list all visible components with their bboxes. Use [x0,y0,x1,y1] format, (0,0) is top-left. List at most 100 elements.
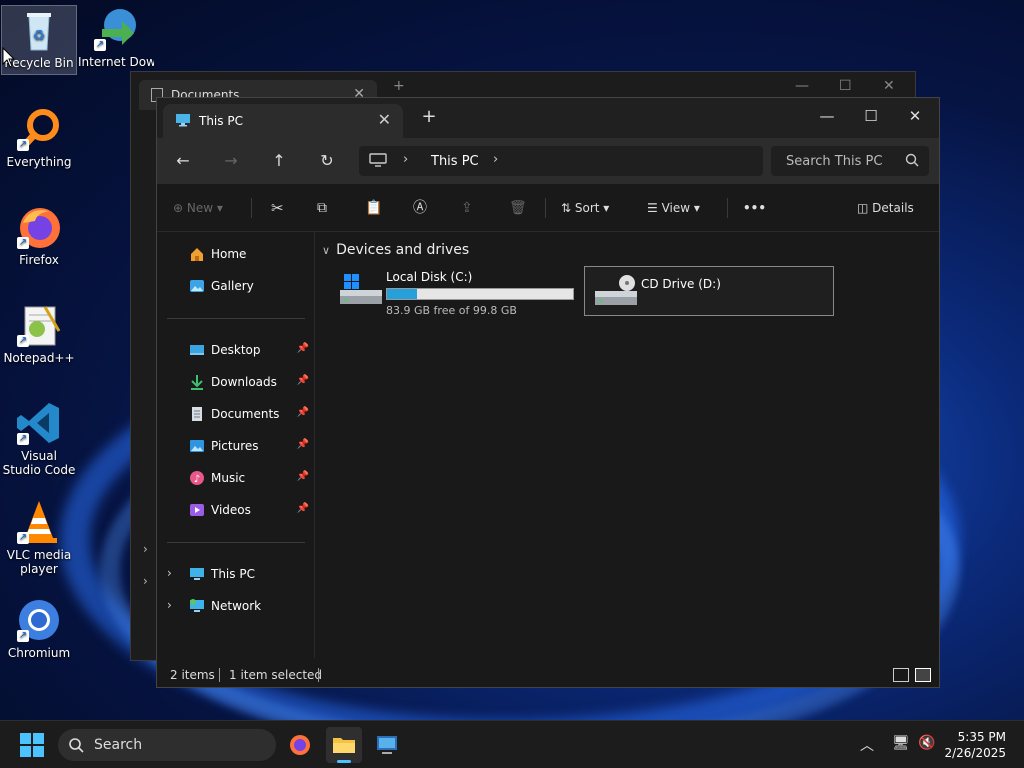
refresh-button[interactable]: ↻ [315,150,339,172]
rename-icon[interactable]: Ⓐ [413,198,427,218]
address-bar[interactable]: › This PC › [359,146,763,176]
close-tab-icon[interactable]: ✕ [378,110,391,129]
search-box[interactable]: Search This PC [771,146,929,176]
sidebar-item-label: Gallery [211,279,254,293]
show-hidden-icons-chevron-icon[interactable]: ︿ [860,735,874,755]
chevron-right-icon[interactable]: › [143,542,148,556]
view-label: View [661,201,691,215]
network-icon [190,599,204,612]
details-pane-button[interactable]: ◫ Details [857,198,914,218]
toolbar-divider [727,198,728,218]
shortcut-arrow-icon: ↗ [17,433,29,445]
taskbar-file-explorer[interactable] [326,727,362,763]
desktop-icon-notepad-plus-plus[interactable]: ↗ Notepad++ [1,301,77,365]
sidebar-item-desktop[interactable]: Desktop 📌 [157,336,315,364]
navigation-bar: ← → ↑ ↻ › This PC › Search This PC [157,138,939,184]
new-tab-button[interactable]: + [419,106,439,127]
chevron-right-icon[interactable]: › [167,598,172,612]
sidebar-item-label: Documents [211,407,280,421]
taskbar: Search ︿ 🖥 🔇 5:35 PM 2/26/2025 [0,720,1024,768]
sidebar-item-label: This PC [211,567,255,581]
pin-icon[interactable]: 📌 [297,439,309,450]
desktop-icon-chromium[interactable]: ↗ Chromium [1,596,77,660]
sidebar-item-music[interactable]: ♪ Music 📌 [157,464,315,492]
home-icon [191,248,203,261]
taskbar-clock[interactable]: 5:35 PM 2/26/2025 [944,729,1006,761]
sidebar-item-gallery[interactable]: Gallery [157,272,315,300]
chevron-right-icon[interactable]: › [143,574,148,588]
group-header-devices[interactable]: ∨ Devices and drives [322,242,469,258]
minimize-icon[interactable]: — [795,78,809,94]
sidebar-item-videos[interactable]: Videos 📌 [157,496,315,524]
breadcrumb-this-pc[interactable]: This PC [431,154,479,169]
desktop-icon-label: Chromium [7,646,71,660]
shortcut-arrow-icon: ↗ [17,139,29,151]
sort-button[interactable]: ⇅ Sort ▾ [561,198,609,218]
tab-this-pc[interactable]: This PC ✕ [163,104,403,138]
more-options-button[interactable]: ••• [743,198,766,218]
pin-icon[interactable]: 📌 [297,343,309,354]
clock-date: 2/26/2025 [944,746,1006,760]
close-window-button[interactable]: ✕ [893,102,937,132]
taskbar-firefox[interactable] [282,727,318,763]
svg-text:♻: ♻ [33,28,46,44]
taskbar-remote-desktop[interactable] [370,727,406,763]
up-button[interactable]: ↑ [267,150,291,172]
cut-icon[interactable]: ✂ [271,198,284,218]
monitor-icon [369,153,387,167]
pin-icon[interactable]: 📌 [297,375,309,386]
content-area: ∨ Devices and drives Local Disk (C:) 83.9… [316,232,939,658]
sidebar-item-label: Network [211,599,262,613]
desktop-icon-vlc[interactable]: ↗ VLC media player [1,498,77,576]
drive-local-disk-c[interactable]: Local Disk (C:) 83.9 GB free of 99.8 GB [330,266,578,317]
windows-start-icon[interactable] [20,733,44,757]
drive-cd-drive-d[interactable]: CD Drive (D:) [584,266,834,316]
tiles-view-icon[interactable] [915,668,931,682]
new-tab-icon[interactable]: + [393,78,405,94]
taskbar-search[interactable]: Search [58,729,276,761]
hard-drive-icon [340,274,382,304]
forward-button[interactable]: → [219,150,243,172]
chevron-right-icon[interactable]: › [167,566,172,580]
details-view-icon[interactable] [893,668,909,682]
view-button[interactable]: ☰ View ▾ [647,198,700,218]
network-status-icon[interactable]: 🖥 [892,735,910,751]
tab-title: This PC [199,114,243,128]
sidebar-item-downloads[interactable]: Downloads 📌 [157,368,315,396]
shortcut-arrow-icon: ↗ [17,630,29,642]
back-button[interactable]: ← [171,150,195,172]
desktop-icon-firefox[interactable]: ↗ Firefox [1,203,77,267]
new-button[interactable]: ⊕ New ▾ [173,198,223,218]
sidebar-item-this-pc[interactable]: › This PC [157,560,315,588]
maximize-button[interactable]: ☐ [849,102,893,132]
sidebar-item-home[interactable]: Home [157,240,315,268]
pin-icon[interactable]: 📌 [297,503,309,514]
delete-icon[interactable]: 🗑 [509,198,527,218]
paste-icon[interactable]: 📋 [365,198,382,218]
sidebar-item-pictures[interactable]: Pictures 📌 [157,432,315,460]
chevron-right-icon[interactable]: › [493,152,498,167]
volume-muted-icon[interactable]: 🔇 [918,735,935,751]
sidebar-item-label: Pictures [211,439,259,453]
desktop-icon-internet-download-manager[interactable]: ↗ Internet Downlo [78,5,154,69]
file-explorer-window[interactable]: This PC ✕ + — ☐ ✕ ← → ↑ ↻ › This PC › Se… [156,97,940,688]
active-app-indicator [337,760,351,763]
status-item-count: 2 items [170,668,215,682]
desktop-icon-everything[interactable]: ↗ Everything [1,105,77,169]
details-label: Details [872,201,914,215]
gallery-icon [190,280,204,292]
close-icon[interactable]: ✕ [883,78,895,94]
copy-icon[interactable]: ⧉ [317,198,327,218]
maximize-icon[interactable]: ☐ [839,78,852,94]
pin-icon[interactable]: 📌 [297,471,309,482]
share-icon[interactable]: ⇪ [461,198,473,218]
sidebar-item-documents[interactable]: Documents 📌 [157,400,315,428]
shortcut-arrow-icon: ↗ [17,237,29,249]
vlc-cone-icon: ↗ [15,498,63,546]
minimize-button[interactable]: — [805,102,849,132]
navigation-pane: Home Gallery Desktop 📌 Downloads 📌 Docum… [157,232,315,658]
chevron-right-icon[interactable]: › [403,152,408,167]
pin-icon[interactable]: 📌 [297,407,309,418]
desktop-icon-visual-studio-code[interactable]: ↗ Visual Studio Code [1,399,77,477]
sidebar-item-network[interactable]: › Network [157,592,315,620]
